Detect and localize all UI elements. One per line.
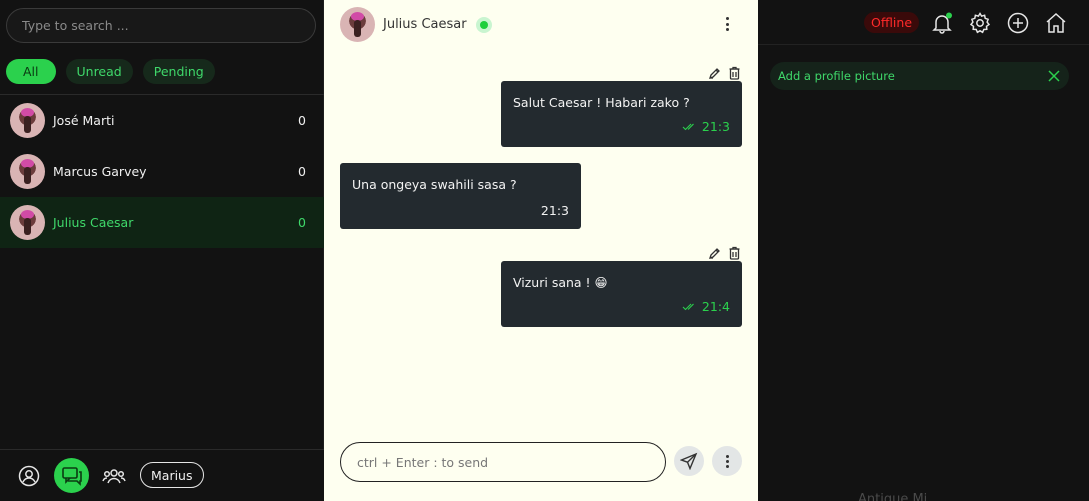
info-panel: Offline Add a profile picture Antique Mi… (758, 0, 1089, 501)
filter-unread-tab[interactable]: Unread (65, 59, 133, 84)
edit-icon[interactable] (708, 66, 722, 80)
unread-count: 0 (298, 113, 306, 128)
contact-name: José Marti (53, 113, 115, 128)
contact-item-selected[interactable]: Julius Caesar 0 (0, 197, 324, 248)
message-bubble-outgoing: Vizuri sana ! 😁 21:4 (501, 261, 742, 327)
send-icon[interactable] (674, 446, 704, 476)
avatar (10, 103, 45, 138)
online-status-icon (475, 16, 492, 33)
double-check-icon (682, 303, 694, 310)
message-bubble-outgoing: Salut Caesar ! Habari zako ? 21:3 (501, 81, 742, 147)
conversation-sidebar: All Unread Pending José Marti 0 Marcus G… (0, 0, 324, 501)
unread-count: 0 (298, 164, 306, 179)
contact-name: Julius Caesar (53, 215, 134, 230)
chat-header: Julius Caesar (340, 7, 492, 42)
current-user-button[interactable]: Marius (140, 462, 204, 488)
contact-name: Marcus Garvey (53, 164, 147, 179)
filter-pending-tab[interactable]: Pending (142, 59, 215, 84)
delete-icon[interactable] (728, 66, 741, 80)
filter-tabs: All Unread Pending (6, 59, 215, 84)
avatar (10, 154, 45, 189)
message-input[interactable] (340, 442, 666, 482)
message-text: Vizuri sana ! 😁 (513, 275, 608, 290)
add-icon[interactable] (1006, 11, 1030, 35)
profile-picture-notice: Add a profile picture (770, 62, 1069, 90)
chat-contact-name: Julius Caesar (383, 17, 467, 32)
contact-item[interactable]: José Marti 0 (0, 95, 324, 146)
notice-text[interactable]: Add a profile picture (778, 69, 1047, 83)
message-time: 21:3 (682, 119, 730, 134)
close-icon[interactable] (1047, 69, 1061, 83)
filter-all-tab[interactable]: All (6, 59, 56, 84)
gear-icon[interactable] (968, 11, 992, 35)
contact-list: José Marti 0 Marcus Garvey 0 Julius Caes… (0, 95, 324, 248)
chat-options-icon[interactable] (720, 14, 734, 34)
profile-icon[interactable] (15, 462, 43, 490)
time-label: 21:3 (540, 203, 569, 218)
bell-icon[interactable] (930, 11, 954, 35)
message-text: Una ongeya swahili sasa ? (352, 177, 517, 192)
contact-item[interactable]: Marcus Garvey 0 (0, 146, 324, 197)
search-input[interactable] (6, 8, 316, 43)
message-bubble-incoming: Una ongeya swahili sasa ? 21:3 (340, 163, 581, 229)
home-icon[interactable] (1044, 11, 1068, 35)
double-check-icon (682, 123, 694, 130)
status-badge: Offline (864, 12, 920, 33)
bottom-nav: Marius (0, 449, 324, 501)
edit-icon[interactable] (708, 246, 722, 260)
unread-count: 0 (298, 215, 306, 230)
message-text: Salut Caesar ! Habari zako ? (513, 95, 690, 110)
message-time: 21:3 (541, 203, 569, 218)
top-bar: Offline (758, 0, 1089, 45)
more-options-icon[interactable] (712, 446, 742, 476)
message-actions (708, 66, 741, 80)
footer-text: Antique Mi... (858, 492, 940, 501)
delete-icon[interactable] (728, 246, 741, 260)
avatar[interactable] (340, 7, 375, 42)
time-label: 21:4 (701, 299, 730, 314)
avatar (10, 205, 45, 240)
message-time: 21:4 (682, 299, 730, 314)
chat-panel: Julius Caesar Salut Caesar ! Habari zako… (324, 0, 758, 501)
messenger-app: All Unread Pending José Marti 0 Marcus G… (0, 0, 1089, 501)
message-actions (708, 246, 741, 260)
time-label: 21:3 (701, 119, 730, 134)
chats-icon[interactable] (54, 458, 89, 493)
groups-icon[interactable] (100, 462, 128, 490)
